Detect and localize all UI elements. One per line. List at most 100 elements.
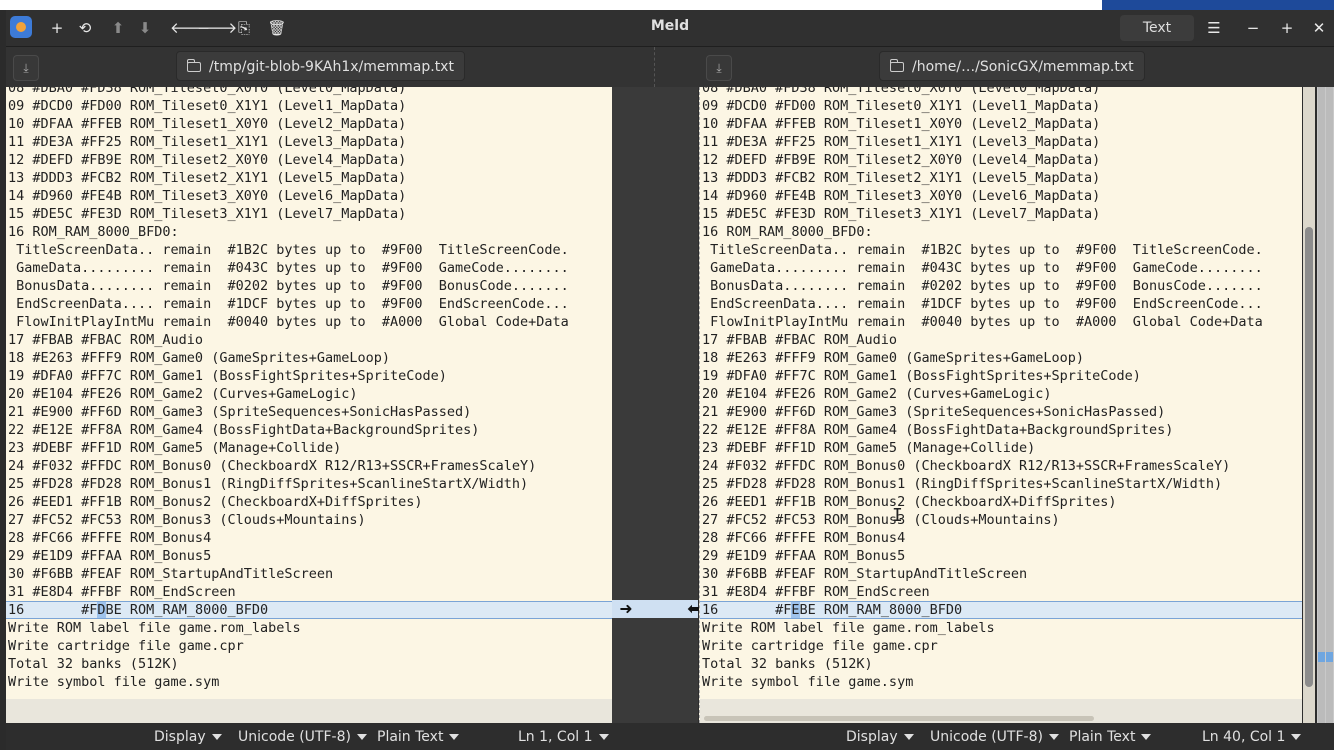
right-lines: 08 #DBA0 #FD38 ROM_Tileset0_X0Y0 (Level0… [700,87,1302,691]
text-line: FlowInitPlayIntMu remain #0040 bytes up … [702,314,1263,330]
cursor-position-right[interactable]: Ln 40, Col 1 [1202,728,1302,746]
text-line: Total 32 banks (512K) [8,656,179,672]
text-line: 10 #DFAA #FFEB ROM_Tileset1_X0Y0 (Level2… [702,116,1101,132]
text-line: GameData......... remain #043C bytes up … [702,260,1263,276]
save-left-button[interactable]: ⤓ [13,55,39,81]
text-line: BonusData........ remain #0202 bytes up … [702,278,1263,294]
text-line: Total 32 banks (512K) [702,656,873,672]
chevron-down-icon [598,734,609,740]
chevron-down-icon [449,734,460,740]
chevron-down-icon [1141,734,1152,740]
text-line: 09 #DCD0 #FD00 ROM_Tileset0_X1Y1 (Level1… [702,98,1101,114]
text-line: Write cartridge file game.cpr [702,638,938,654]
text-line: 18 #E263 #FFF9 ROM_Game0 (GameSprites+Ga… [8,350,391,366]
text-filters-button[interactable]: Text Filters [1120,15,1194,62]
diff-gutter: ➜ ⬅ [612,87,701,723]
left-lines: 08 #DBA0 #FD38 ROM_Tileset0_X0Y0 (Level0… [6,87,612,691]
text-line: 25 #FD28 #FD28 ROM_Bonus1 (RingDiffSprit… [702,476,1223,492]
text-line: 22 #E12E #FF8A ROM_Game4 (BossFightData+… [8,422,480,438]
right-text-pane[interactable]: 08 #DBA0 #FD38 ROM_Tileset0_X0Y0 (Level0… [699,87,1302,723]
changed-line-changed: E [791,602,800,618]
text-line: 20 #E104 #FE26 ROM_Game2 (Curves+GameLog… [702,386,1052,402]
folder-icon [186,59,201,72]
text-line: EndScreenData.... remain #1DCF bytes up … [702,296,1263,312]
left-file-path: /tmp/git-blob-9KAh1x/memmap.txt [209,59,454,75]
folder-icon [889,59,904,72]
encoding-menu-left[interactable]: Unicode (UTF-8) [238,728,367,746]
change-link-strip: ➜ ⬅ [612,600,701,618]
changed-line-changed: D [97,602,106,618]
text-line: 14 #D960 #FE4B ROM_Tileset3_X0Y0 (Level6… [702,188,1101,204]
cursor-position-left[interactable]: Ln 1, Col 1 [518,728,609,746]
text-line: 28 #FC66 #FFFE ROM_Bonus4 [8,530,212,546]
vertical-scrollbar[interactable] [1303,87,1315,723]
text-line: 20 #E104 #FE26 ROM_Game2 (Curves+GameLog… [8,386,358,402]
diff-map-change-marker[interactable] [1318,652,1325,662]
text-line: 16 ROM_RAM_8000_BFD0: [8,224,179,240]
meld-window: + ⟲ ⬆ ⬇ 🡐 🡒 ⎘ 🗑 Meld Text Filters ☰ − + … [6,10,1334,750]
display-menu-right[interactable]: Display [846,728,914,746]
text-cursor-icon: I [892,507,903,525]
text-line: 16 ROM_RAM_8000_BFD0: [702,224,873,240]
text-line: 23 #DEBF #FF1D ROM_Game5 (Manage+Collide… [8,440,342,456]
chevron-down-icon [1048,734,1059,740]
encoding-menu-right[interactable]: Unicode (UTF-8) [930,728,1059,746]
text-line: 09 #DCD0 #FD00 ROM_Tileset0_X1Y1 (Level1… [8,98,407,114]
push-right-arrow-icon[interactable]: ➜ [618,600,634,618]
text-line: 14 #D960 #FE4B ROM_Tileset3_X0Y0 (Level6… [8,188,407,204]
text-line: 31 #E8D4 #FFBF ROM_EndScreen [8,584,236,600]
text-line: 17 #FBAB #FBAC ROM_Audio [8,332,204,348]
text-line: 24 #F032 #FFDC ROM_Bonus0 (CheckboardX R… [8,458,537,474]
left-pane-footer [6,699,612,723]
close-button[interactable]: ✕ [1306,15,1332,41]
desktop-strip [0,0,1334,10]
diff-map-right-slot [1326,87,1333,723]
text-line: 27 #FC52 #FC53 ROM_Bonus3 (Clouds+Mounta… [8,512,366,528]
text-line: 23 #DEBF #FF1D ROM_Game5 (Manage+Collide… [702,440,1036,456]
text-line: Write ROM label file game.rom_labels [702,620,995,636]
changed-line-before: 16 #F [702,602,792,618]
left-text-pane[interactable]: 08 #DBA0 #FD38 ROM_Tileset0_X0Y0 (Level0… [6,87,613,723]
chevron-down-icon [903,734,914,740]
text-line: 21 #E900 #FF6D ROM_Game3 (SpriteSequence… [702,404,1166,420]
diff-map-left-slot [1318,87,1325,723]
text-line: 17 #FBAB #FBAC ROM_Audio [702,332,898,348]
text-line: 26 #EED1 #FF1B ROM_Bonus2 (CheckboardX+D… [8,494,423,510]
scrollbar-thumb[interactable] [1305,227,1313,687]
text-line: 15 #DE5C #FE3D ROM_Tileset3_X1Y1 (Level7… [702,206,1101,222]
text-line: Write symbol file game.sym [8,674,220,690]
file-bar: ⤓ /tmp/git-blob-9KAh1x/memmap.txt ⤓ /hom… [6,47,1334,87]
text-line: TitleScreenData.. remain #1B2C bytes up … [702,242,1263,258]
text-line: 13 #DDD3 #FCB2 ROM_Tileset2_X1Y1 (Level5… [702,170,1101,186]
text-line: 19 #DFA0 #FF7C ROM_Game1 (BossFightSprit… [702,368,1141,384]
minimize-button[interactable]: − [1240,15,1266,41]
right-file-path-button[interactable]: /home/…/SonicGX/memmap.txt [879,51,1145,81]
text-line: 29 #E1D9 #FFAA ROM_Bonus5 [8,548,212,564]
display-menu-left[interactable]: Display [154,728,222,746]
chevron-down-icon [356,734,367,740]
left-file-path-button[interactable]: /tmp/git-blob-9KAh1x/memmap.txt [176,51,465,81]
text-line: 24 #F032 #FFDC ROM_Bonus0 (CheckboardX R… [702,458,1231,474]
text-line: 30 #F6BB #FEAF ROM_StartupAndTitleScreen [8,566,334,582]
text-line: 30 #F6BB #FEAF ROM_StartupAndTitleScreen [702,566,1028,582]
changed-line: 16 #FEBE ROM_RAM_8000_BFD0 [700,601,1302,619]
save-right-button[interactable]: ⤓ [706,55,732,81]
diff-map-change-marker[interactable] [1326,652,1333,662]
horizontal-scrollbar[interactable] [704,716,1094,721]
right-file-path: /home/…/SonicGX/memmap.txt [912,59,1134,75]
syntax-menu-right[interactable]: Plain Text [1069,728,1152,746]
text-line: FlowInitPlayIntMu remain #0040 bytes up … [8,314,569,330]
pane-divider [654,47,655,87]
text-line: 13 #DDD3 #FCB2 ROM_Tileset2_X1Y1 (Level5… [8,170,407,186]
diff-map[interactable] [1317,87,1334,723]
right-pane-footer [700,699,1302,723]
syntax-menu-left[interactable]: Plain Text [377,728,460,746]
text-line: EndScreenData.... remain #1DCF bytes up … [8,296,569,312]
changed-line-after: BE ROM_RAM_8000_BFD0 [105,602,269,618]
text-line: 21 #E900 #FF6D ROM_Game3 (SpriteSequence… [8,404,472,420]
text-line: 11 #DE3A #FF25 ROM_Tileset1_X1Y1 (Level3… [702,134,1101,150]
hamburger-icon[interactable]: ☰ [1201,15,1227,41]
text-line: TitleScreenData.. remain #1B2C bytes up … [8,242,569,258]
text-line: 26 #EED1 #FF1B ROM_Bonus2 (CheckboardX+D… [702,494,1117,510]
maximize-button[interactable]: + [1274,15,1300,41]
